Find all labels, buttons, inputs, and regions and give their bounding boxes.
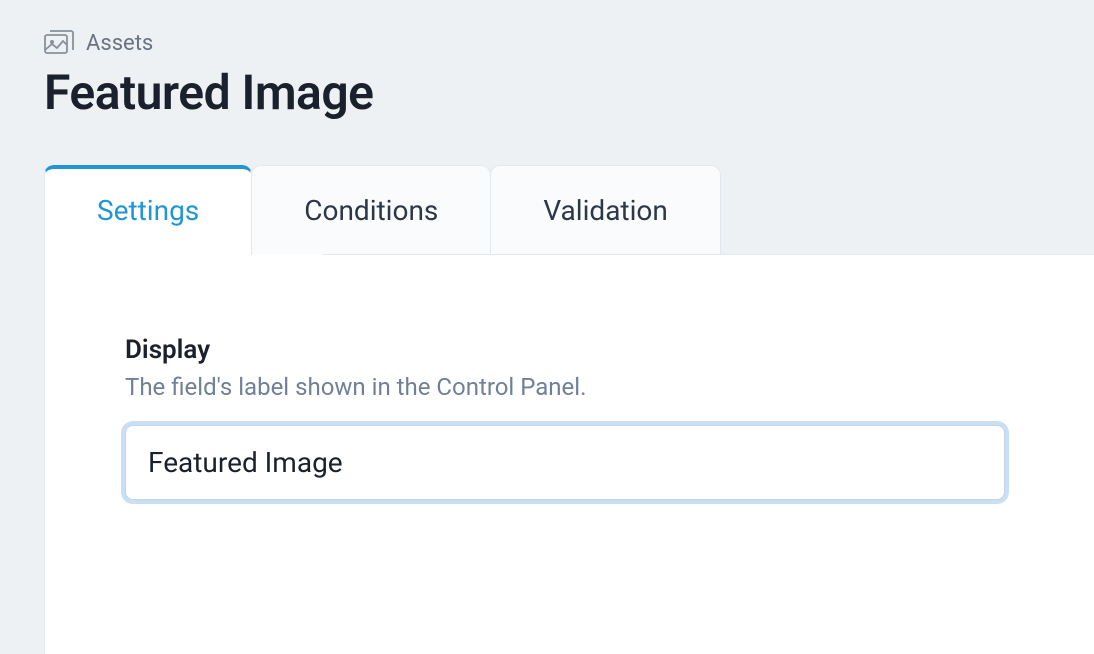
display-field-help: The field's label shown in the Control P…: [125, 373, 1005, 401]
tab-conditions[interactable]: Conditions: [251, 165, 491, 255]
page-title: Featured Image: [44, 64, 1094, 121]
tabs: Settings Conditions Validation: [44, 165, 1094, 255]
display-field-label: Display: [125, 335, 1005, 365]
breadcrumb-label[interactable]: Assets: [86, 31, 153, 56]
assets-icon: [44, 30, 74, 56]
display-input[interactable]: [125, 425, 1005, 500]
tab-validation[interactable]: Validation: [490, 165, 720, 255]
settings-panel: Display The field's label shown in the C…: [44, 254, 1094, 654]
breadcrumb: Assets: [44, 30, 1094, 56]
page-header: Assets Featured Image: [0, 0, 1094, 121]
display-field-group: Display The field's label shown in the C…: [125, 335, 1005, 500]
tab-settings[interactable]: Settings: [44, 165, 252, 255]
